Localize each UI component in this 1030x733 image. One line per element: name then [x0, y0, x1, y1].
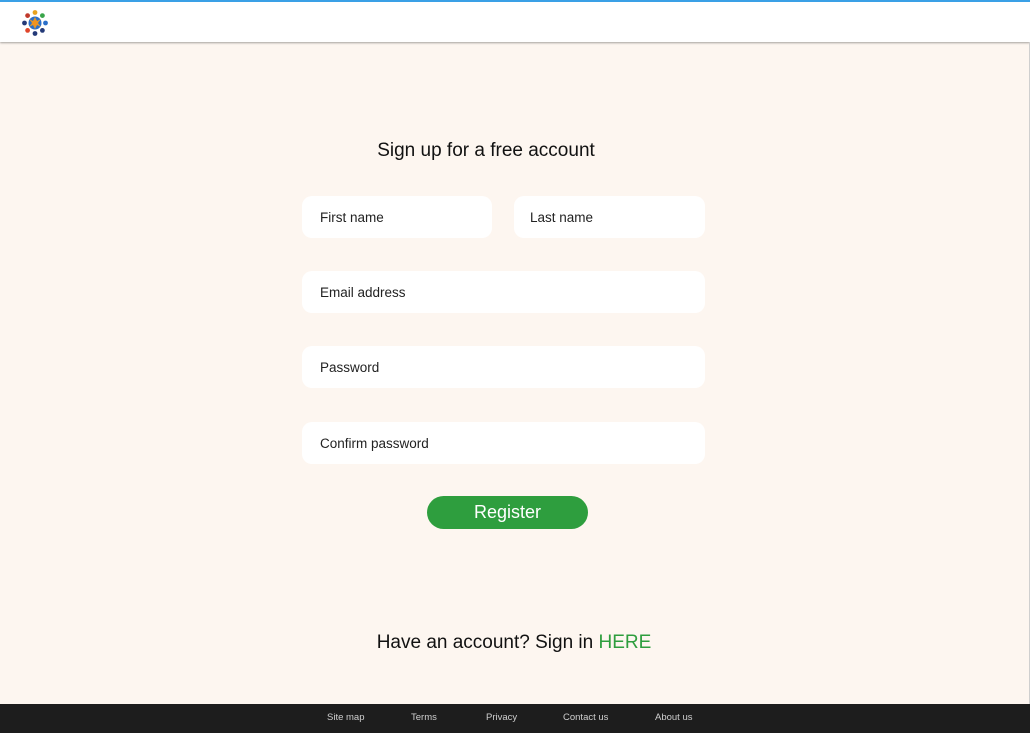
last-name-field[interactable]: Last name [514, 196, 705, 238]
signin-prompt-text: Have an account? Sign in [376, 632, 599, 653]
footer-link-contact-us[interactable]: Contact us [563, 712, 608, 723]
top-bar [0, 0, 1030, 42]
email-placeholder: Email address [320, 284, 406, 300]
email-field[interactable]: Email address [302, 271, 705, 313]
page-title: Sign up for a free account [377, 140, 595, 161]
confirm-password-field[interactable]: Confirm password [302, 422, 705, 464]
logo-icon[interactable] [20, 8, 50, 38]
last-name-placeholder: Last name [530, 209, 594, 225]
register-button[interactable]: Register [427, 496, 588, 529]
first-name-placeholder: First name [320, 209, 384, 225]
signin-prompt: Have an account? Sign in HERE [300, 632, 728, 654]
password-placeholder: Password [320, 359, 380, 375]
footer-link-site-map[interactable]: Site map [327, 712, 365, 723]
signin-here-link[interactable]: HERE [599, 632, 652, 653]
footer-link-privacy[interactable]: Privacy [486, 712, 517, 723]
first-name-field[interactable]: First name [302, 196, 492, 238]
footer: Site map Terms Privacy Contact us About … [0, 704, 1030, 733]
footer-link-terms[interactable]: Terms [411, 712, 437, 723]
footer-link-about-us[interactable]: About us [655, 712, 693, 723]
password-field[interactable]: Password [302, 346, 705, 388]
confirm-password-placeholder: Confirm password [320, 435, 429, 451]
